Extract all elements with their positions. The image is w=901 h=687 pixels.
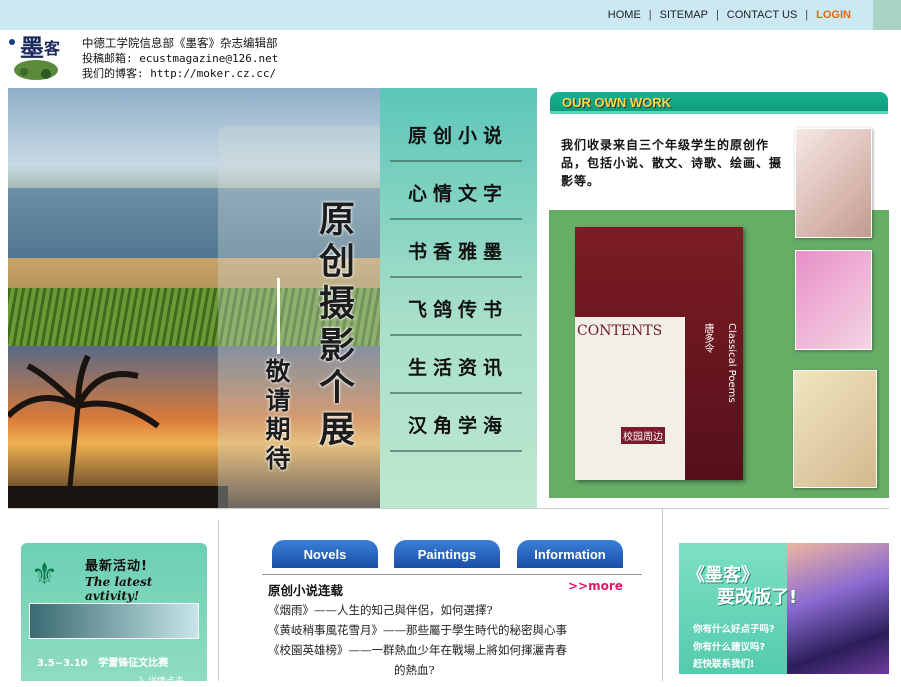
magazine-campus-label: 校园周边: [621, 427, 665, 444]
svg-text:客: 客: [44, 39, 61, 58]
artwork-thumbnail[interactable]: [793, 370, 877, 488]
announcement-question: 你有什么建议吗?: [693, 642, 766, 653]
menu-item-letters[interactable]: 飞鸽传书: [394, 284, 522, 332]
nav-login[interactable]: LOGIN: [808, 9, 859, 21]
nav-sitemap[interactable]: SITEMAP: [652, 9, 716, 21]
activity-title-en: The latest avtivity!: [85, 575, 153, 603]
tab-novels[interactable]: Novels: [272, 540, 378, 568]
magazine-author: 唐多令: [702, 323, 713, 353]
own-work-heading: OUR OWN WORK: [562, 95, 672, 110]
novels-section-title: 原创小说连载: [268, 583, 344, 598]
menu-divider: [390, 276, 522, 278]
tab-information[interactable]: Information: [517, 540, 623, 568]
novel-list-item-continued[interactable]: 的熱血?: [394, 662, 435, 678]
activity-title-cn: 最新活动!: [85, 559, 148, 574]
column-divider: [662, 508, 663, 681]
magazine-contents-label: CONTENTS: [577, 323, 663, 339]
tabs-underline: [262, 574, 642, 575]
tab-paintings[interactable]: Paintings: [394, 540, 500, 568]
menu-item-original-novels[interactable]: 原创小说: [394, 110, 522, 158]
artwork-thumbnail[interactable]: [795, 128, 872, 238]
menu-divider: [390, 392, 522, 394]
header-email: 投稿邮箱: ecustmagazine@126.net: [82, 52, 279, 65]
redesign-announcement[interactable]: 《墨客》 要改版了! 你有什么好点子吗? 你有什么建议吗? 赶快联系我们!: [679, 543, 889, 674]
novel-list-item[interactable]: 《校園英雄榜》——一群熱血少年在戰場上將如何揮灑青春: [268, 642, 567, 658]
announcement-cta: 赶快联系我们!: [693, 659, 755, 670]
hero-photo-banner[interactable]: 原创摄影个展 敬请期待: [8, 88, 380, 508]
our-own-work-section: OUR OWN WORK 我们收录来自三个年级学生的原创作品，包括小说、散文、诗…: [549, 92, 889, 498]
menu-item-books[interactable]: 书香雅墨: [394, 226, 522, 274]
header-dept: 中德工学院信息部《墨客》杂志编辑部: [82, 36, 278, 50]
artwork-thumbnail[interactable]: [795, 250, 872, 350]
header-blog: 我们的博客: http://moker.cz.cc/: [82, 67, 277, 80]
content-tabs-section: Novels Paintings Information 原创小说连载 >>mo…: [262, 540, 642, 681]
own-work-description: 我们收录来自三个年级学生的原创作品，包括小说、散文、诗歌、绘画、摄影等。: [561, 138, 783, 188]
category-menu: 原创小说 心情文字 书香雅墨 飞鸽传书 生活资讯 汉角学海: [380, 88, 537, 508]
menu-divider: [390, 450, 522, 452]
header-info: 中德工学院信息部《墨客》杂志编辑部 投稿邮箱: ecustmagazine@12…: [82, 36, 278, 81]
menu-item-study[interactable]: 汉角学海: [394, 400, 522, 448]
novel-list-item[interactable]: 《烟雨》——人生的知己與伴侶，如何選擇?: [268, 602, 493, 618]
latest-activity-box[interactable]: ⚜ 最新活动! The latest avtivity! 3.5~3.10 学雷…: [21, 543, 207, 687]
activity-date-event: 3.5~3.10 学雷锋征文比赛: [37, 658, 169, 669]
menu-divider: [390, 334, 522, 336]
svg-text:墨: 墨: [20, 33, 44, 62]
hero-subtitle: 敬请期待: [262, 358, 291, 474]
own-work-header: OUR OWN WORK: [550, 92, 888, 114]
announcement-question: 你有什么好点子吗?: [693, 624, 775, 635]
anime-character-image: [787, 543, 889, 674]
announcement-subtitle: 要改版了!: [717, 587, 798, 608]
menu-item-life-info[interactable]: 生活资讯: [394, 342, 522, 390]
moker-logo[interactable]: 墨 客: [6, 22, 76, 88]
magazine-poems-label: Classical Poems: [726, 323, 737, 403]
nav-contact[interactable]: CONTACT US: [719, 9, 806, 21]
column-divider: [218, 520, 219, 681]
site-header: 墨 客 中德工学院信息部《墨客》杂志编辑部 投稿邮箱: ecustmagazin…: [4, 22, 604, 88]
hero-divider: [277, 278, 280, 354]
nav-home[interactable]: HOME: [600, 9, 649, 21]
menu-divider: [390, 160, 522, 162]
palm-tree-silhouette: [8, 354, 228, 508]
novels-more-link[interactable]: >>more: [568, 579, 623, 593]
magazine-cover[interactable]: CONTENTS 唐多令 Classical Poems 校园周边: [575, 227, 743, 480]
fleur-de-lis-icon: ⚜: [31, 557, 58, 592]
section-divider: [8, 508, 889, 509]
novel-list-item[interactable]: 《黄岐稍事風花雪月》——那些屬于學生時代的秘密與心事: [268, 622, 567, 638]
top-nav: HOME | SITEMAP | CONTACT US | LOGIN: [600, 9, 859, 21]
menu-divider: [390, 218, 522, 220]
top-corner-block: [873, 0, 901, 30]
menu-item-mood-writing[interactable]: 心情文字: [394, 168, 522, 216]
activity-banner-image: [29, 603, 199, 639]
hero-title: 原创摄影个展: [313, 200, 355, 452]
magazine-contents-page: [575, 317, 685, 480]
